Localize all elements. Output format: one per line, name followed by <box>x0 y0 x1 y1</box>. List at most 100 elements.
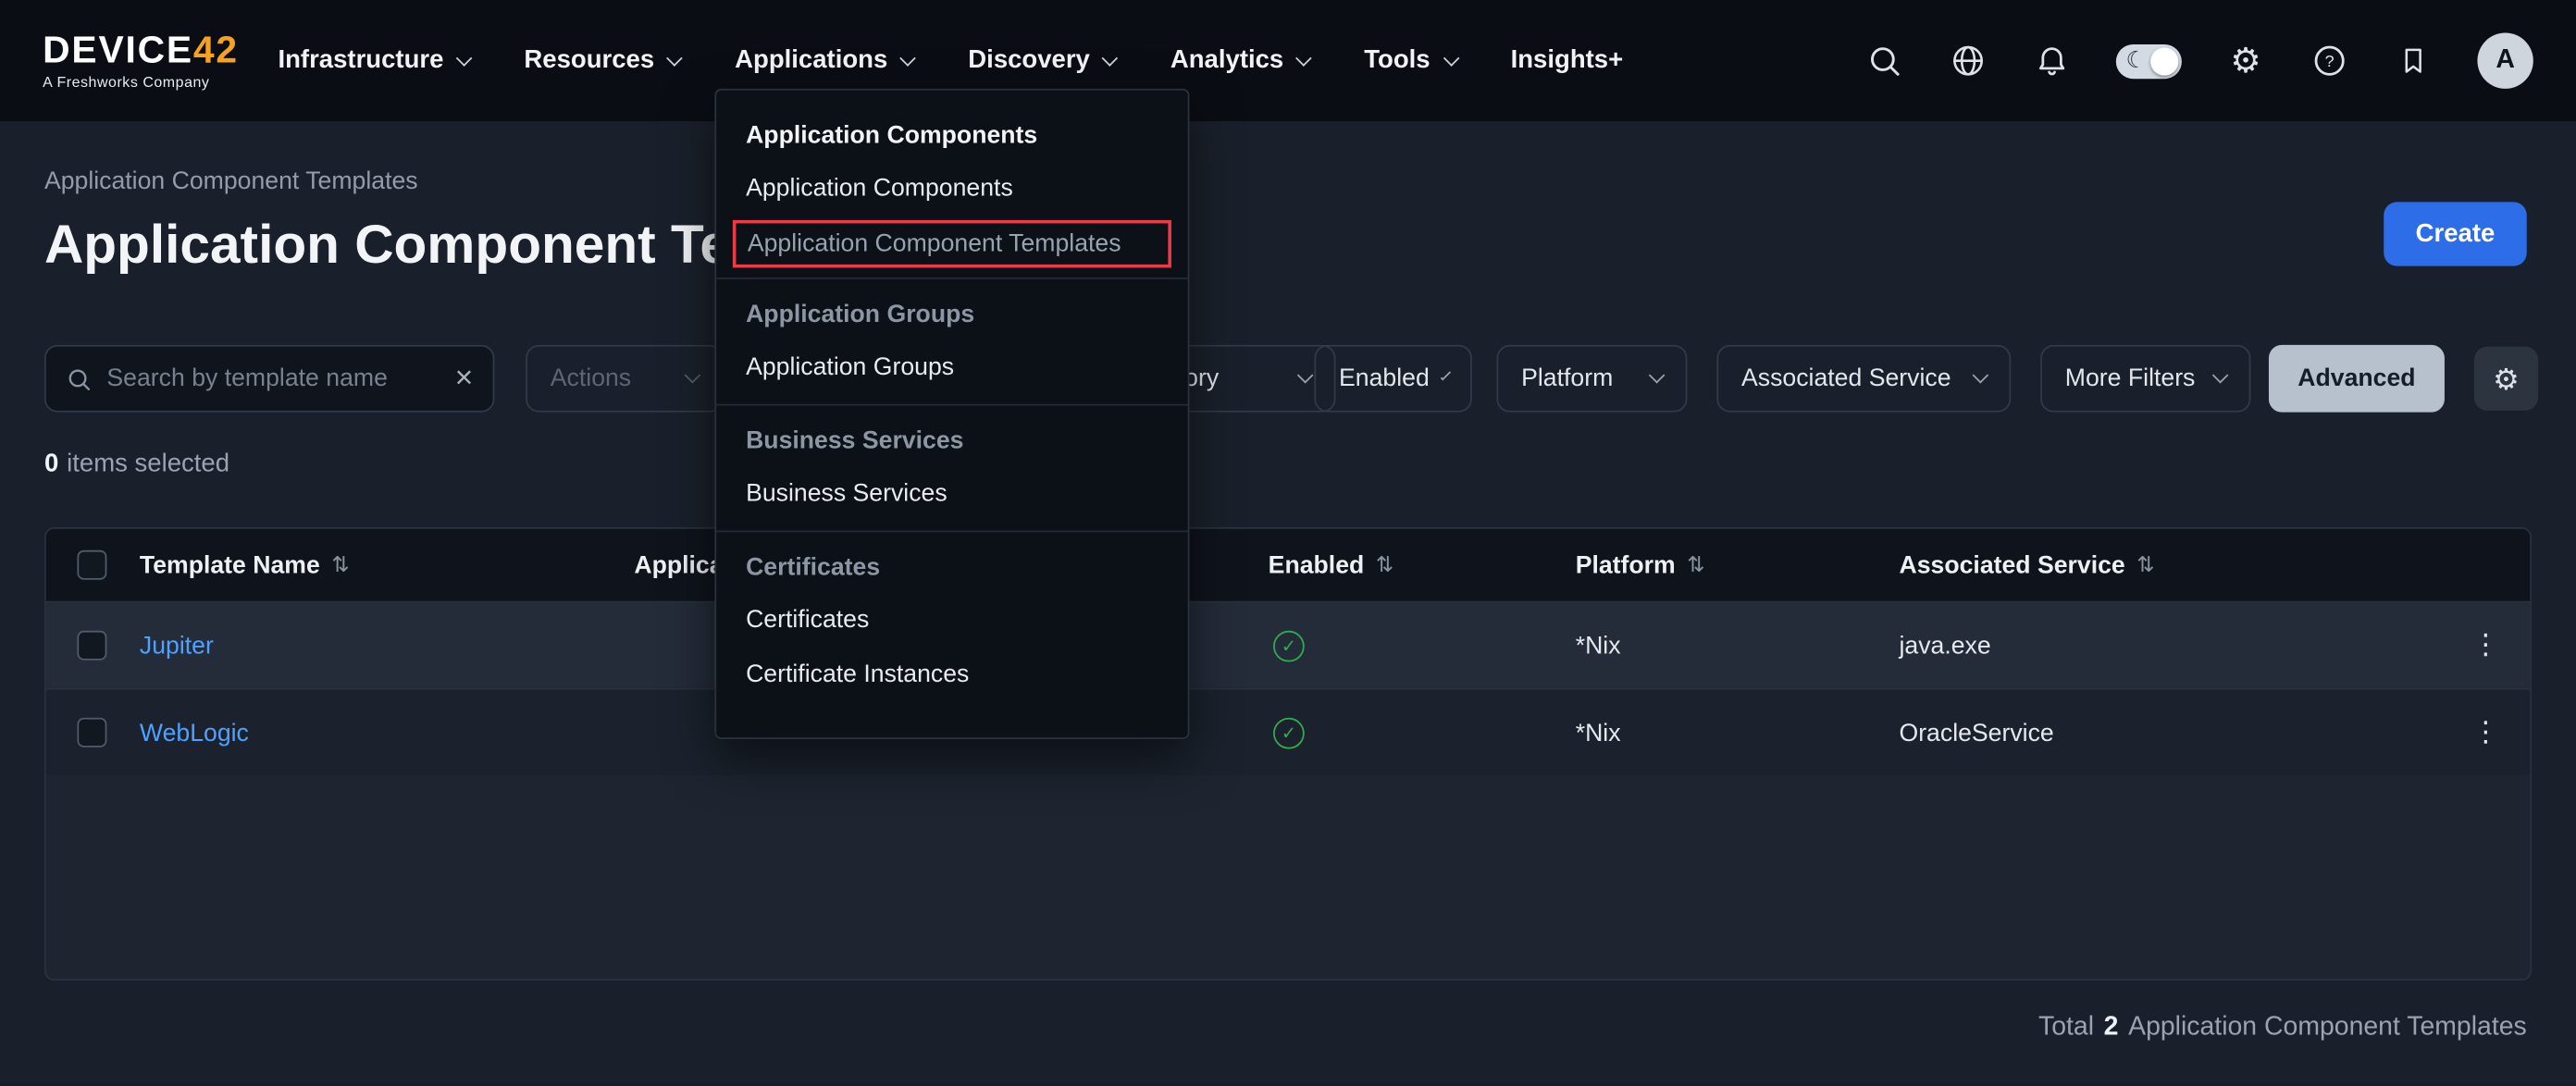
globe-icon[interactable] <box>1949 41 1988 80</box>
bookmark-icon[interactable] <box>2394 41 2434 80</box>
chevron-down-icon <box>1649 367 1666 384</box>
chevron-down-icon <box>667 49 684 66</box>
gear-icon: ⚙ <box>2493 364 2520 393</box>
logo-text: DEVICE42 <box>43 31 239 69</box>
cell-actions: ⋮ <box>2441 716 2530 749</box>
sort-icon[interactable]: ⇅ <box>331 552 349 578</box>
chevron-down-icon <box>900 49 917 66</box>
menu-item-certificates[interactable]: Certificates <box>716 593 1188 648</box>
clear-search-icon[interactable]: × <box>455 363 474 394</box>
svg-text:?: ? <box>2325 52 2334 70</box>
actions-label: Actions <box>551 364 631 392</box>
more-filters-dropdown[interactable]: More Filters <box>2040 345 2250 413</box>
templates-table: Template Name⇅ Application Components⇅ E… <box>44 527 2532 981</box>
menu-item-application-component-templates[interactable]: Application Component Templates <box>733 220 1171 267</box>
nav-item-tools[interactable]: Tools <box>1364 46 1456 76</box>
settings-gear-icon[interactable]: ⚙ <box>2226 41 2266 80</box>
nav-label: Insights+ <box>1511 46 1624 76</box>
cell-template-name: WebLogic <box>140 719 634 747</box>
search-box: × <box>44 345 494 413</box>
associated-service-filter-dropdown[interactable]: Associated Service <box>1716 345 2011 413</box>
chevron-down-icon <box>1973 367 1989 384</box>
search-icon <box>66 365 92 391</box>
column-label: Platform <box>1576 551 1676 579</box>
sort-icon[interactable]: ⇅ <box>2136 552 2154 578</box>
moon-icon: ☾ <box>2125 45 2146 73</box>
chevron-down-icon <box>1297 367 1314 384</box>
template-link[interactable]: Jupiter <box>140 632 214 660</box>
menu-section-header-business-services: Business Services <box>716 415 1188 466</box>
header-enabled: Enabled ⇅ <box>1269 551 1576 579</box>
nav-item-discovery[interactable]: Discovery <box>968 46 1116 76</box>
advanced-button[interactable]: Advanced <box>2269 345 2445 413</box>
more-filters-label: More Filters <box>2065 364 2196 392</box>
table-total: Total 2 Application Component Templates <box>2038 1013 2527 1043</box>
enabled-filter-label: Enabled <box>1339 364 1430 392</box>
filter-toolbar: × Actions Category Enabled Platform Asso… <box>44 345 2532 413</box>
nav-label: Resources <box>524 46 654 76</box>
menu-item-business-services[interactable]: Business Services <box>716 466 1188 521</box>
row-menu-icon[interactable]: ⋮ <box>2441 716 2530 749</box>
associated-service-filter-label: Associated Service <box>1741 364 1951 392</box>
nav-item-insights[interactable]: Insights+ <box>1511 46 1624 76</box>
row-menu-icon[interactable]: ⋮ <box>2441 629 2530 662</box>
notifications-bell-icon[interactable] <box>2032 41 2072 80</box>
logo-42: 42 <box>193 28 239 70</box>
menu-section-header-application-components: Application Components <box>716 110 1188 161</box>
nav-item-resources[interactable]: Resources <box>524 46 680 76</box>
menu-divider <box>716 278 1188 279</box>
actions-dropdown[interactable]: Actions <box>526 345 723 413</box>
app-window: DEVICE42 A Freshworks Company Infrastruc… <box>0 0 2576 1086</box>
nav-label: Discovery <box>968 46 1090 76</box>
chevron-down-icon <box>456 49 473 66</box>
device42-logo[interactable]: DEVICE42 A Freshworks Company <box>43 31 239 91</box>
table-row: WebLogic ✓ *Nix OracleService ⋮ <box>46 688 2531 775</box>
cell-enabled: ✓ <box>1269 630 1576 661</box>
nav-item-infrastructure[interactable]: Infrastructure <box>278 46 469 76</box>
row-checkbox-cell <box>46 631 140 660</box>
menu-item-certificate-instances[interactable]: Certificate Instances <box>716 648 1188 702</box>
help-icon[interactable]: ? <box>2310 41 2349 80</box>
cell-actions: ⋮ <box>2441 629 2530 662</box>
total-prefix: Total <box>2038 1013 2094 1043</box>
search-input[interactable] <box>106 364 440 392</box>
nav-label: Tools <box>1364 46 1430 76</box>
applications-menu: Application Components Application Compo… <box>714 89 1189 739</box>
chevron-down-icon <box>1443 49 1459 66</box>
sort-icon[interactable]: ⇅ <box>1376 552 1393 578</box>
template-link[interactable]: WebLogic <box>140 719 249 747</box>
menu-item-application-groups[interactable]: Application Groups <box>716 340 1188 395</box>
select-all-checkbox[interactable] <box>77 550 106 580</box>
logo-device: DEVICE <box>43 28 193 70</box>
chevron-down-icon <box>1441 370 1451 380</box>
theme-toggle[interactable]: ☾ <box>2116 43 2182 78</box>
menu-item-application-components[interactable]: Application Components <box>716 161 1188 216</box>
total-suffix: Application Component Templates <box>2128 1013 2527 1043</box>
table-settings-button[interactable]: ⚙ <box>2474 347 2538 411</box>
enabled-filter-dropdown[interactable]: Enabled <box>1314 345 1471 413</box>
column-label: Enabled <box>1269 551 1365 579</box>
search-icon[interactable] <box>1864 41 1904 80</box>
toggle-knob <box>2150 47 2178 75</box>
header-template-name: Template Name⇅ <box>140 551 634 579</box>
cell-platform: *Nix <box>1576 719 1900 747</box>
chevron-down-icon <box>1102 49 1119 66</box>
nav-item-applications[interactable]: Applications <box>735 46 914 76</box>
menu-section-header-application-groups: Application Groups <box>716 289 1188 339</box>
create-button[interactable]: Create <box>2384 202 2526 265</box>
chevron-down-icon <box>2212 367 2229 384</box>
enabled-check-icon: ✓ <box>1273 717 1305 748</box>
menu-section-header-certificates: Certificates <box>716 542 1188 593</box>
header-platform: Platform ⇅ <box>1576 551 1900 579</box>
logo-tagline: A Freshworks Company <box>43 76 239 91</box>
nav-item-analytics[interactable]: Analytics <box>1170 46 1310 76</box>
platform-filter-dropdown[interactable]: Platform <box>1496 345 1687 413</box>
user-avatar[interactable]: A <box>2477 33 2533 89</box>
platform-filter-label: Platform <box>1521 364 1613 392</box>
row-checkbox[interactable] <box>77 631 106 660</box>
chevron-down-icon <box>685 367 701 384</box>
sort-icon[interactable]: ⇅ <box>1687 552 1704 578</box>
enabled-check-icon: ✓ <box>1273 630 1305 661</box>
row-checkbox[interactable] <box>77 718 106 747</box>
navbar-actions: ☾ ⚙ ? A <box>1864 33 2533 89</box>
